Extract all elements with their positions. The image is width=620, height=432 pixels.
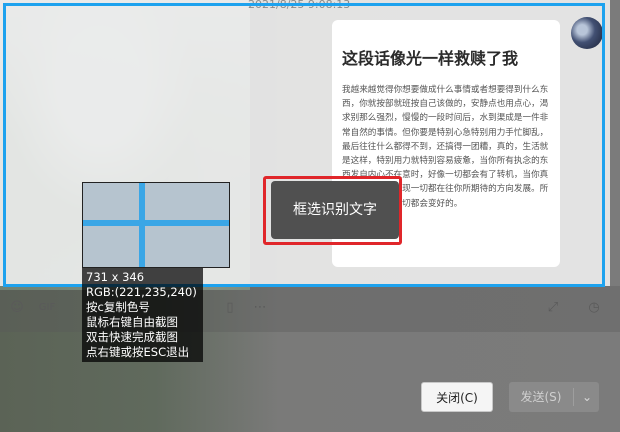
close-button[interactable]: 关闭(C) (421, 382, 493, 412)
send-divider (573, 388, 574, 406)
magnifier-preview (82, 182, 230, 268)
phone-icon[interactable]: ▯ (221, 299, 239, 317)
ocr-button[interactable]: 框选识别文字 (271, 181, 399, 239)
send-button-label: 发送(S) (520, 390, 562, 404)
emoji-icon[interactable]: ☺ (8, 299, 26, 317)
selection-size: 731 x 346 (86, 270, 145, 284)
more-icon[interactable]: ⋯ (251, 299, 269, 317)
expand-icon[interactable]: ⤢ (544, 299, 562, 317)
hint-quick-complete: 双击快速完成截图 (86, 330, 178, 344)
magnifier-info-panel: 731 x 346 RGB:(221,235,240) 按c复制色号 鼠标右键自… (82, 268, 203, 362)
pixel-rgb: RGB:(221,235,240) (86, 285, 197, 299)
send-button[interactable]: 发送(S) ⌄ (509, 382, 599, 412)
hint-exit: 点右键或按ESC退出 (86, 345, 190, 359)
hint-free-capture: 鼠标右键自由截图 (86, 315, 178, 329)
crosshair-horizontal (83, 220, 229, 226)
hint-copy-color: 按c复制色号 (86, 300, 150, 314)
clock-icon[interactable]: ◷ (585, 299, 603, 317)
chevron-down-icon[interactable]: ⌄ (579, 382, 595, 412)
gif-icon[interactable]: GIF (38, 299, 56, 317)
